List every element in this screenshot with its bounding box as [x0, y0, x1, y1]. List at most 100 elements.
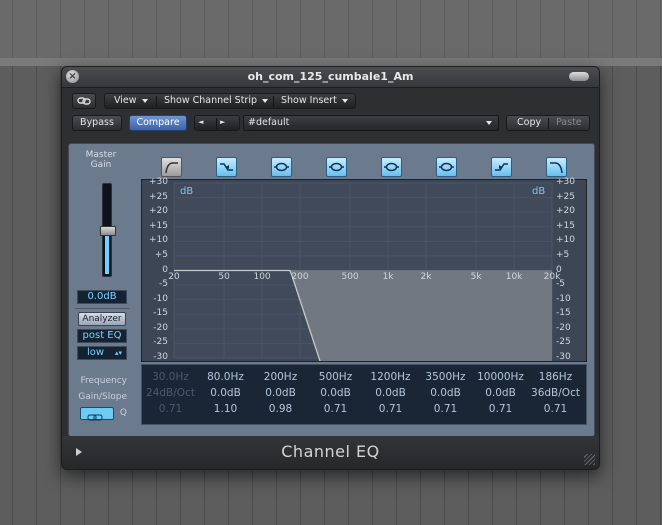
- band-1-toggle[interactable]: [161, 157, 182, 177]
- db-tick-right: +5: [556, 249, 570, 260]
- zoom-button[interactable]: [569, 72, 589, 81]
- band-6-q[interactable]: 0.71: [418, 403, 473, 415]
- band-5-q[interactable]: 0.71: [363, 403, 418, 415]
- frequency-tick: 20: [168, 271, 180, 282]
- frequency-tick: 100: [253, 271, 271, 282]
- parametric-band-icon: [274, 162, 289, 172]
- band-parameters-table: 30.0Hz 80.0Hz 200Hz 500Hz 1200Hz 3500Hz 10000H…: [141, 364, 587, 425]
- band-2-toggle[interactable]: [216, 157, 237, 177]
- band-4-gain-slope[interactable]: 0.0dB: [308, 387, 363, 399]
- frequency-tick: 5k: [470, 271, 482, 282]
- background-track-area: [0, 0, 662, 66]
- frequency-tick: 200: [291, 271, 309, 282]
- band-2-q[interactable]: 1.10: [198, 403, 253, 415]
- db-tick-left: +10: [149, 235, 168, 246]
- band-8-q[interactable]: 0.71: [528, 403, 583, 415]
- analyzer-button[interactable]: Analyzer: [78, 312, 126, 326]
- low-cut-icon: [165, 162, 178, 174]
- parametric-band-icon: [439, 162, 454, 172]
- link-icon: [77, 97, 91, 105]
- db-tick-left: +15: [149, 220, 168, 231]
- master-gain-value[interactable]: 0.0dB: [77, 290, 127, 304]
- resize-grip-icon[interactable]: [584, 454, 595, 465]
- band-3-frequency[interactable]: 200Hz: [253, 371, 308, 383]
- title-bar[interactable]: × oh_com_125_cumbale1_Am: [62, 67, 599, 88]
- band-5-gain-slope[interactable]: 0.0dB: [363, 387, 418, 399]
- low-shelf-icon: [220, 163, 233, 171]
- db-tick-left: -15: [153, 308, 168, 319]
- band-6-gain-slope[interactable]: 0.0dB: [418, 387, 473, 399]
- stepper-arrows-icon: ▴▾: [114, 349, 122, 357]
- show-channel-strip-menu[interactable]: Show Channel Strip: [164, 94, 269, 108]
- analyzer-mode-menu[interactable]: post EQ: [77, 329, 127, 343]
- master-gain-slider[interactable]: [100, 183, 116, 277]
- db-tick-left: -25: [153, 337, 168, 348]
- band-8-frequency[interactable]: 186Hz: [528, 371, 583, 383]
- q-row-label: Q: [119, 408, 127, 418]
- db-tick-right: +15: [556, 220, 575, 231]
- chevron-down-icon: [486, 121, 492, 125]
- analyzer-resolution-menu[interactable]: low ▴▾: [77, 346, 127, 360]
- gain-slope-row-label: Gain/Slope: [78, 392, 127, 402]
- high-shelf-icon: [495, 163, 508, 171]
- view-menu[interactable]: View: [114, 94, 148, 108]
- band-6-toggle[interactable]: [436, 157, 457, 177]
- frequency-tick: 1k: [382, 271, 394, 282]
- show-insert-menu[interactable]: Show Insert: [281, 94, 348, 108]
- parametric-band-icon: [329, 162, 344, 172]
- band-1-q[interactable]: 0.71: [143, 403, 198, 415]
- next-preset-button[interactable]: ►: [220, 115, 225, 129]
- db-tick-right: +20: [556, 206, 575, 217]
- band-3-q[interactable]: 0.98: [253, 403, 308, 415]
- db-tick-left: +25: [149, 191, 168, 202]
- db-unit-left: dB: [180, 186, 194, 197]
- link-button[interactable]: [72, 93, 96, 109]
- band-3-toggle[interactable]: [271, 157, 292, 177]
- plugin-name: Channel EQ: [281, 442, 380, 461]
- band-4-toggle[interactable]: [326, 157, 347, 177]
- band-8-toggle[interactable]: [546, 157, 567, 177]
- band-7-frequency[interactable]: 10000Hz: [473, 371, 528, 383]
- band-7-toggle[interactable]: [491, 157, 512, 177]
- band-2-frequency[interactable]: 80.0Hz: [198, 371, 253, 383]
- band-6-frequency[interactable]: 3500Hz: [418, 371, 473, 383]
- copy-button[interactable]: Copy: [517, 116, 541, 130]
- band-1-gain-slope[interactable]: 24dB/Oct: [143, 387, 198, 399]
- band-4-q[interactable]: 0.71: [308, 403, 363, 415]
- db-tick-left: -10: [153, 293, 168, 304]
- preset-value: #default: [248, 117, 290, 128]
- frequency-tick: 50: [218, 271, 230, 282]
- show-insert-label: Show Insert: [281, 95, 337, 106]
- band-1-frequency[interactable]: 30.0Hz: [143, 371, 198, 383]
- eq-graph[interactable]: dB dB +30 +25 +20 +15 +10 +5 0 -5 -10 -15 -20 -25 -3…: [141, 177, 587, 364]
- db-tick-right: +10: [556, 235, 575, 246]
- band-7-q[interactable]: 0.71: [473, 403, 528, 415]
- master-gain-handle[interactable]: [100, 226, 116, 236]
- db-tick-left: -20: [153, 322, 168, 333]
- db-tick-left: +20: [149, 206, 168, 217]
- band-5-toggle[interactable]: [381, 157, 402, 177]
- previous-preset-button[interactable]: ◄: [198, 115, 203, 129]
- preset-menu[interactable]: #default: [243, 115, 499, 131]
- eq-graph-canvas: [173, 182, 553, 364]
- band-8-gain-slope[interactable]: 36dB/Oct: [528, 387, 583, 399]
- frequency-row-label: Frequency: [80, 376, 128, 386]
- show-channel-strip-label: Show Channel Strip: [164, 95, 258, 106]
- bypass-button[interactable]: Bypass: [72, 115, 122, 131]
- band-3-gain-slope[interactable]: 0.0dB: [253, 387, 308, 399]
- db-tick-left: +5: [154, 249, 168, 260]
- db-unit-right: dB: [532, 186, 546, 197]
- master-gain-label: Master Gain: [75, 150, 127, 170]
- band-5-frequency[interactable]: 1200Hz: [363, 371, 418, 383]
- paste-button[interactable]: Paste: [556, 116, 582, 130]
- band-7-gain-slope[interactable]: 0.0dB: [473, 387, 528, 399]
- frequency-tick: 10k: [505, 271, 523, 282]
- band-4-frequency[interactable]: 500Hz: [308, 371, 363, 383]
- frequency-tick: 20k: [543, 271, 561, 282]
- q-couple-button[interactable]: [80, 407, 114, 421]
- db-tick-right: -25: [556, 337, 571, 348]
- frequency-tick: 2k: [420, 271, 432, 282]
- compare-button[interactable]: Compare: [129, 115, 187, 131]
- band-2-gain-slope[interactable]: 0.0dB: [198, 387, 253, 399]
- db-tick-right: -10: [556, 293, 571, 304]
